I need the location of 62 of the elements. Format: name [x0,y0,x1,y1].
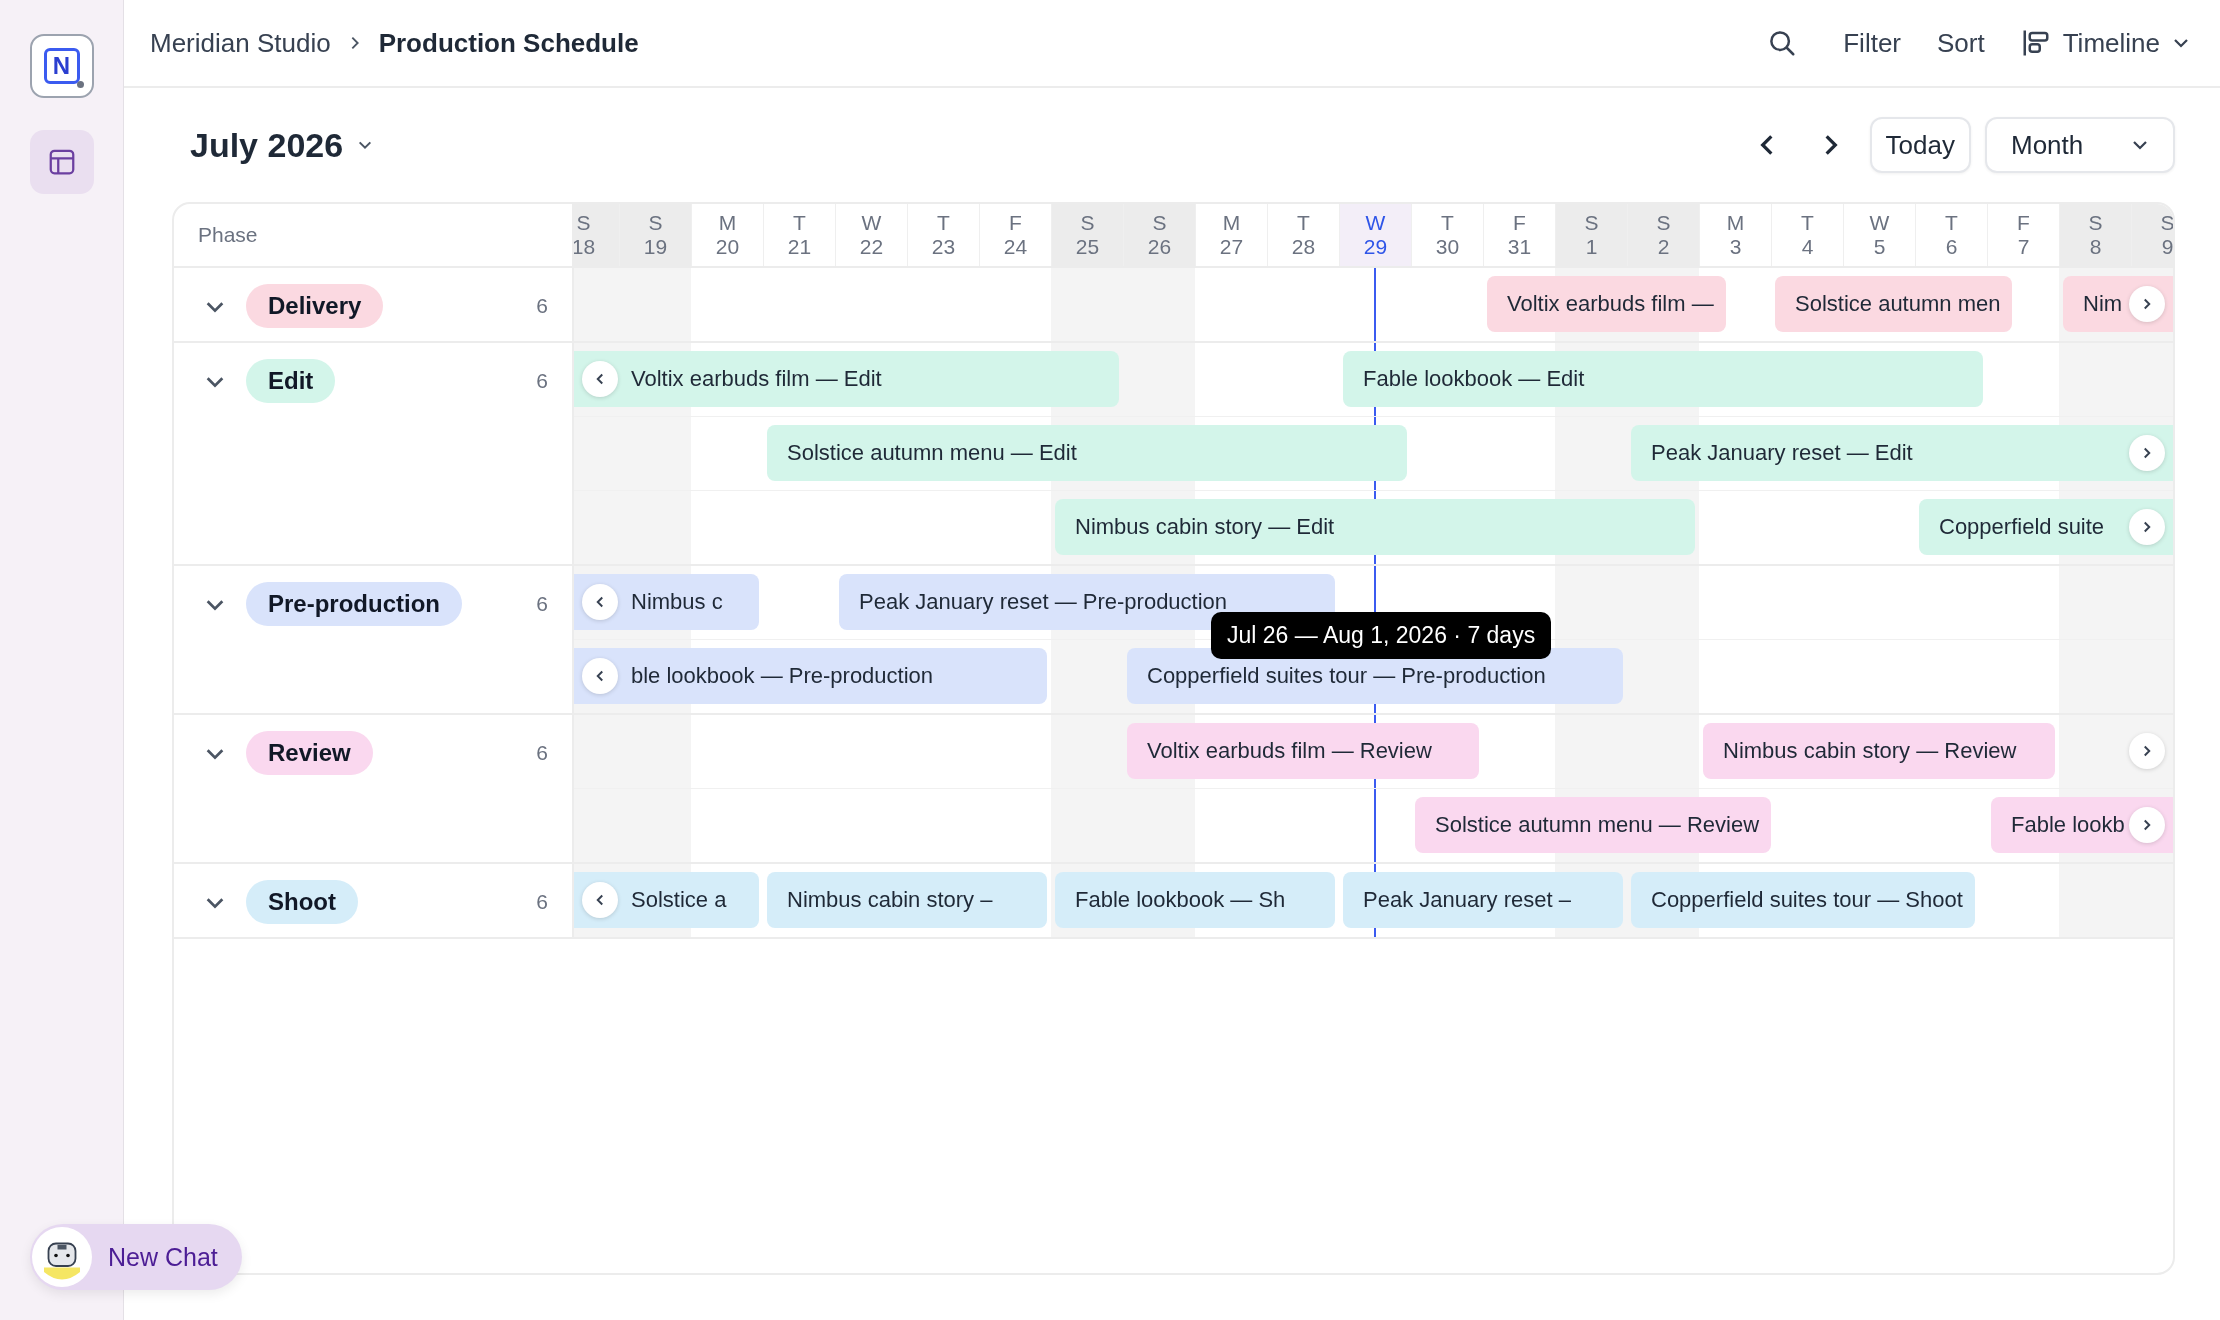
task-bar[interactable]: Peak January reset — Edit [1631,425,2173,481]
day-header: S 18 [574,204,619,266]
day-header: S 25 [1051,204,1123,266]
task-bar[interactable]: Nimbus cabin story – [767,872,1047,928]
task-bar[interactable]: Nimbus cabin story — Review [1703,723,2055,779]
tooltip: Jul 26 — Aug 1, 2026 · 7 days [1211,612,1552,659]
task-bar[interactable]: Copperfield suites tour — Shoot [1631,872,1975,928]
app-logo[interactable]: N [29,34,94,98]
task-bar[interactable]: Voltix earbuds film — [1487,276,1726,332]
day-header: T 6 [1915,204,1987,266]
day-header: M 27 [1195,204,1267,266]
task-count: 6 [536,741,548,765]
column-header: Phase [198,223,258,247]
day-header: S 19 [619,204,691,266]
task-bar[interactable]: Nimbus cabin story — Edit [1055,499,1695,555]
task-bar[interactable]: Solstice autumn menu — Edit [767,425,1407,481]
day-header: W 29 [1339,204,1411,266]
task-bar[interactable]: Solstice autumn men [1775,276,2013,332]
task-bar[interactable]: Peak January reset – [1343,872,1623,928]
task-count: 6 [536,369,548,393]
day-header: W 22 [835,204,907,266]
day-header: T 4 [1771,204,1843,266]
sidebar-item[interactable] [29,130,94,194]
phase-tag: Review [246,731,373,775]
day-header: S 26 [1123,204,1195,266]
phase-tag: Delivery [246,284,384,328]
task-bar[interactable]: Fable lookbook — Edit [1343,351,1983,407]
new-chat-button[interactable]: New Chat [30,1224,242,1290]
task-bar[interactable]: Solstice a [574,872,759,928]
task-bar[interactable]: ble lookbook — Pre-production [574,648,1047,704]
phase-tag: Pre-production [246,582,462,626]
day-header: S 8 [2059,204,2131,266]
task-bar[interactable]: Solstice autumn menu — Review [1415,797,1772,853]
task-bar[interactable]: Copperfield suite [1919,499,2173,555]
task-count: 6 [536,890,548,914]
header-action-button[interactable]: Sort [1937,27,1985,59]
day-header: S 9 [2131,204,2173,266]
day-header: T 23 [907,204,979,266]
today-button[interactable]: Today [1869,117,1971,173]
header-action-button[interactable]: Filter [1843,27,1901,59]
day-header: M 20 [691,204,763,266]
day-header: M 3 [1699,204,1771,266]
month-picker[interactable]: July 2026 [190,125,374,165]
day-header: S 1 [1555,204,1627,266]
task-bar[interactable]: Fable lookb [1991,797,2173,853]
task-bar[interactable]: Nimbus c [574,574,759,630]
breadcrumb-item: Production Schedule [378,27,639,59]
avatar-icon [32,1227,92,1287]
task-bar[interactable]: Voltix earbuds film — Edit [574,351,1119,407]
phase-tag: Edit [246,359,336,403]
day-header: S 2 [1627,204,1699,266]
phase-tag: Shoot [246,880,358,924]
range-dropdown[interactable]: Month [1985,117,2175,173]
task-count: 6 [536,294,548,318]
task-bar[interactable]: Voltix earbuds film — Review [1127,723,1479,779]
view-menu-button[interactable]: Timeline [2020,27,2190,59]
task-bar[interactable]: Fable lookbook — Sh [1055,872,1335,928]
task-count: 6 [536,592,548,616]
day-header: W 5 [1843,204,1915,266]
day-header: T 30 [1411,204,1483,266]
day-header: T 21 [763,204,835,266]
breadcrumb-item[interactable]: Meridian Studio [150,27,331,59]
